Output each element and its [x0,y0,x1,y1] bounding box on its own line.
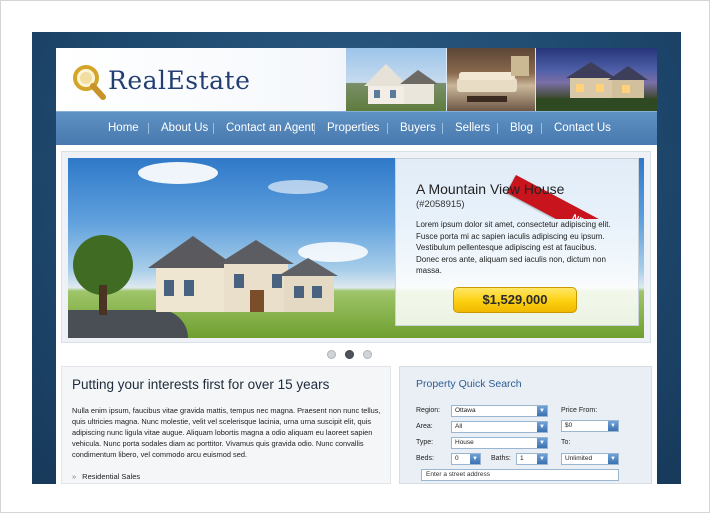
featured-slider: NEW LISTING A Mountain View House (#2058… [61,151,651,343]
featured-listing-photo[interactable]: NEW LISTING A Mountain View House (#2058… [68,158,644,338]
nav-separator [314,123,315,134]
listing-price-button[interactable]: $1,529,000 [453,287,577,313]
slider-dot-2[interactable] [345,350,354,359]
tree-illustration [73,235,133,315]
header-photo-living-room [447,48,535,111]
nav-separator [387,123,388,134]
nav-properties[interactable]: Properties [327,122,379,134]
listing-title[interactable]: A Mountain View House [416,181,564,197]
nav-separator [541,123,542,134]
screenshot-frame: RealEstate Home About Us Contact an Agen… [0,0,710,513]
nav-contact-us[interactable]: Contact Us [554,122,611,134]
site-container: RealEstate Home About Us Contact an Agen… [56,48,657,484]
area-select[interactable]: All ▼ [451,421,548,433]
baths-select[interactable]: 1 ▼ [516,453,548,465]
chevron-down-icon: ▼ [608,421,618,431]
price-to-select[interactable]: Unlimited ▼ [561,453,619,465]
to-label: To: [561,439,571,446]
chevron-down-icon: ▼ [608,454,618,464]
header-photo-house-day [346,48,446,111]
chevron-down-icon: ▼ [537,438,547,448]
beds-label: Beds: [416,455,434,462]
nav-contact-agent[interactable]: Contact an Agent [226,122,314,134]
nav-separator [442,123,443,134]
service-label: Residential Sales [82,472,141,481]
chevron-down-icon: ▼ [537,406,547,416]
cloud-shape [268,180,328,194]
nav-about-us[interactable]: About Us [161,122,208,134]
type-label: Type: [416,439,434,446]
region-select[interactable]: Ottawa ▼ [451,405,548,417]
chevron-down-icon: ▼ [537,454,547,464]
beds-select[interactable]: 0 ▼ [451,453,481,465]
intro-body: Nulla enim ipsum, faucibus vitae gravida… [72,406,381,459]
listing-id: (#2058915) [416,199,465,210]
search-title: Property Quick Search [416,378,522,390]
nav-sellers[interactable]: Sellers [455,122,490,134]
cloud-shape [138,162,218,184]
nav-separator [213,123,214,134]
intro-heading: Putting your interests first for over 15… [72,377,330,392]
price-from-label: Price From: [561,407,598,414]
slider-dot-3[interactable] [363,350,372,359]
street-address-input[interactable]: Enter a street address [421,469,619,481]
intro-section: Putting your interests first for over 15… [61,366,391,484]
listing-description: Lorem ipsum dolor sit amet, consectetur … [416,220,611,275]
chevron-down-icon: ▼ [537,422,547,432]
property-quick-search: Property Quick Search Region: Ottawa ▼ Pr… [399,366,652,484]
slider-dot-1[interactable] [327,350,336,359]
region-label: Region: [416,407,441,414]
price-from-select[interactable]: $0 ▼ [561,420,619,432]
area-label: Area: [416,423,433,430]
header-photo-house-dusk [536,48,657,111]
nav-separator [148,123,149,134]
house-illustration [148,236,338,312]
nav-separator [497,123,498,134]
magnifier-logo-icon[interactable] [69,62,109,102]
baths-label: Baths: [491,455,511,462]
service-list-item[interactable]: » Residential Sales [72,472,140,481]
nav-buyers[interactable]: Buyers [400,122,436,134]
bullet-arrow-icon: » [72,472,77,481]
chevron-down-icon: ▼ [470,454,480,464]
main-nav: Home About Us Contact an Agent Propertie… [56,111,657,145]
listing-info-panel: NEW LISTING A Mountain View House (#2058… [395,158,639,326]
nav-home[interactable]: Home [108,122,139,134]
logo-text[interactable]: RealEstate [108,66,250,95]
nav-blog[interactable]: Blog [510,122,533,134]
site-header: RealEstate [56,48,657,111]
type-select[interactable]: House ▼ [451,437,548,449]
